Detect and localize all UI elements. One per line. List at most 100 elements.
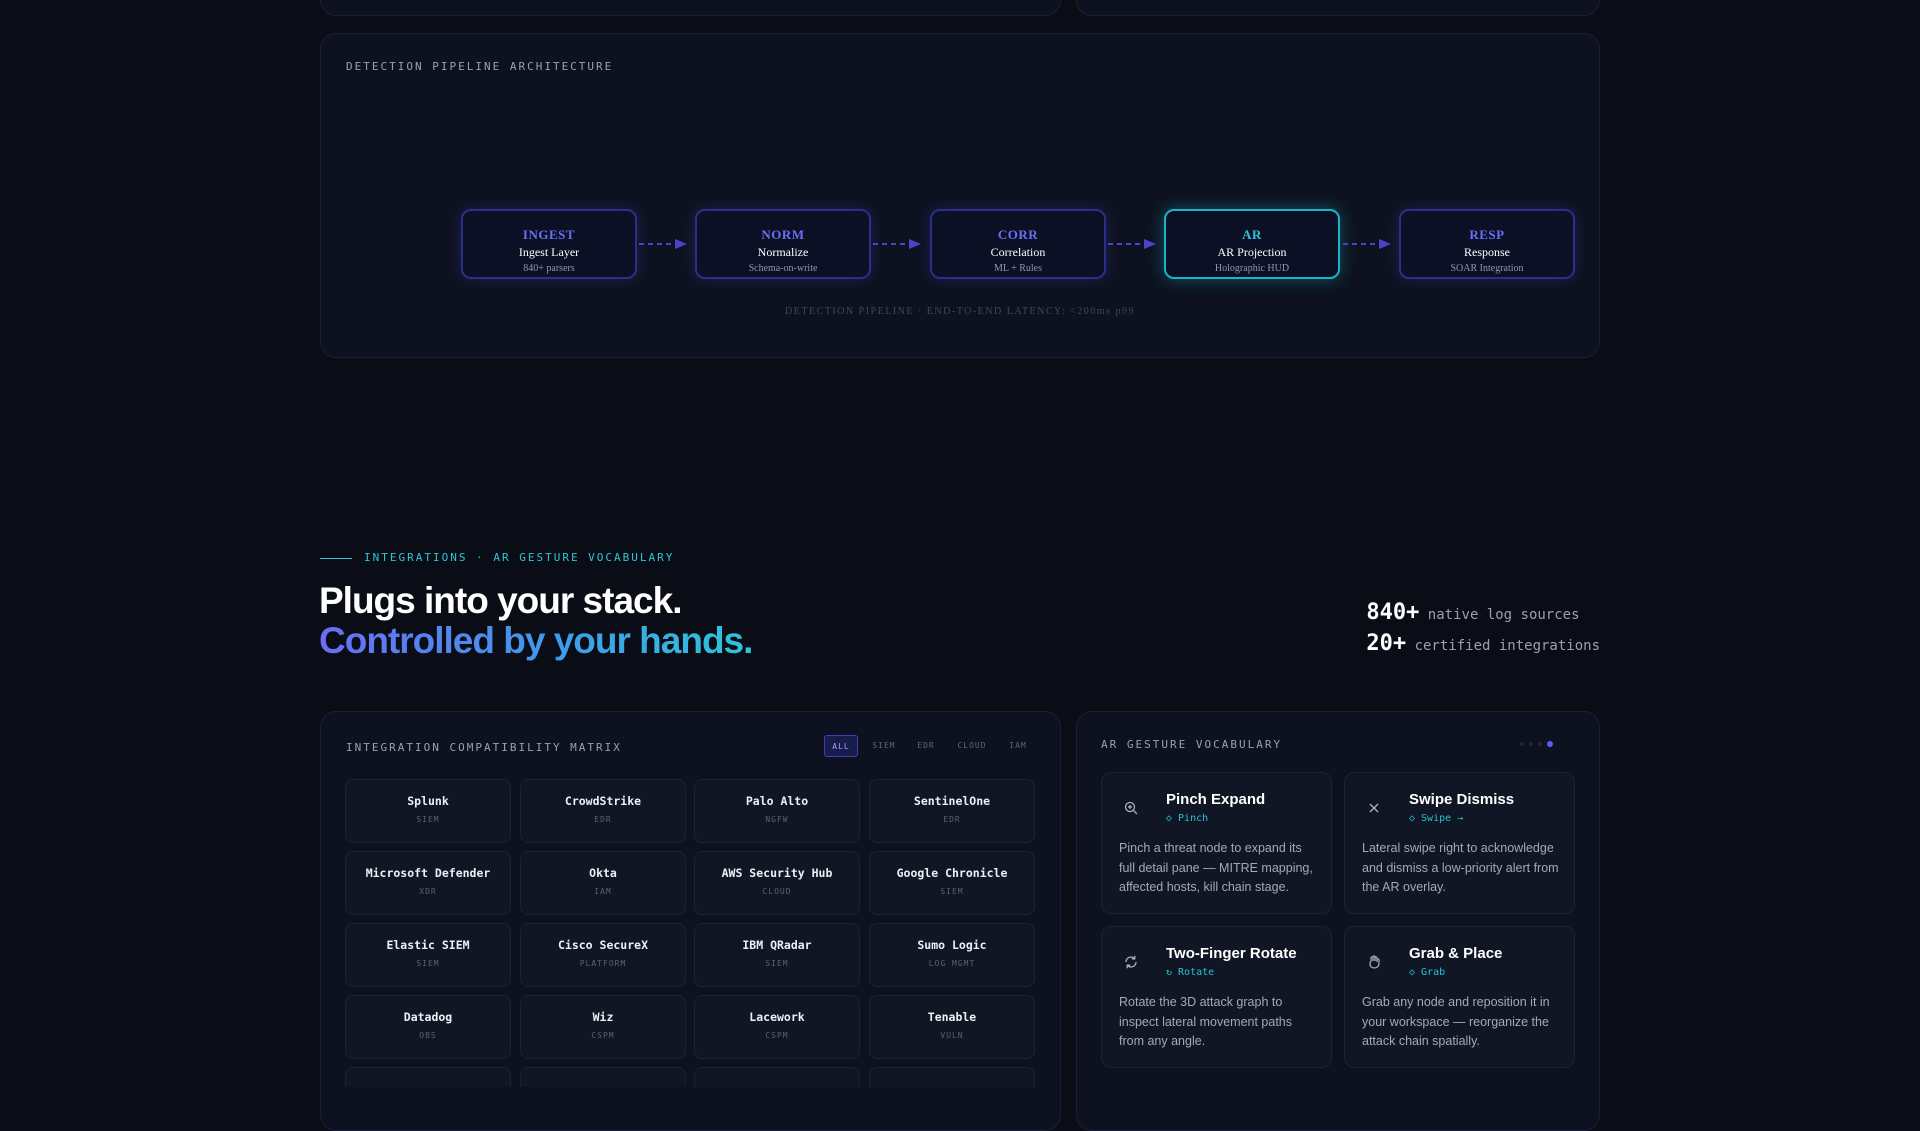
pager-dot[interactable] — [1538, 742, 1542, 746]
node-code: RESP — [1469, 227, 1505, 242]
pipeline-node-ar[interactable]: AR AR Projection Holographic HUD — [1164, 209, 1340, 279]
integration-tile[interactable]: Elastic SIEM SIEM — [345, 923, 511, 987]
integration-tile[interactable]: Microsoft Defender XDR — [345, 851, 511, 915]
stat-label: native log sources — [1427, 607, 1580, 623]
tile-category: XDR — [419, 887, 437, 896]
gesture-card-rotate[interactable]: Two-Finger Rotate ↻ Rotate Rotate the 3D… — [1101, 926, 1332, 1068]
eyebrow-line — [320, 558, 352, 559]
gesture-tag: ◇ Pinch — [1166, 813, 1209, 824]
rotate-icon — [1116, 947, 1146, 977]
top-card-left — [320, 0, 1061, 16]
node-code: AR — [1242, 227, 1262, 242]
integration-tile[interactable]: Splunk SIEM — [345, 779, 511, 843]
close-icon — [1359, 793, 1389, 823]
pager-dot[interactable] — [1520, 742, 1524, 746]
tile-name: Tenable — [927, 1010, 977, 1024]
pipeline-arrow-icon — [639, 239, 687, 249]
tile-category: LOG MGMT — [928, 959, 976, 968]
filter-cloud[interactable]: CLOUD — [950, 735, 994, 757]
tile-category: VULN — [940, 1031, 964, 1040]
section-title: Plugs into your stack. — [319, 580, 682, 621]
tile-category: NGFW — [765, 815, 789, 824]
gesture-card-grab[interactable]: Grab & Place ◇ Grab Grab any node and re… — [1344, 926, 1575, 1068]
integration-tile[interactable]: CrowdStrike EDR — [520, 779, 686, 843]
pipeline-node-corr[interactable]: CORR Correlation ML + Rules — [930, 209, 1106, 279]
integration-tile[interactable]: IBM QRadar SIEM — [694, 923, 860, 987]
integration-tile[interactable]: Sumo Logic LOG MGMT — [869, 923, 1035, 987]
integration-tile[interactable]: Lacework CSPM — [694, 995, 860, 1059]
tile-category: IAM — [594, 887, 612, 896]
integration-tile-partial[interactable] — [869, 1067, 1035, 1087]
filter-edr[interactable]: EDR — [910, 735, 942, 757]
filter-siem[interactable]: SIEM — [866, 735, 902, 757]
gesture-tag: ◇ Grab — [1409, 967, 1446, 978]
tile-name: AWS Security Hub — [721, 866, 833, 880]
node-sub: 840+ parsers — [523, 263, 575, 274]
tile-name: IBM QRadar — [742, 938, 812, 952]
node-name: Ingest Layer — [518, 245, 580, 259]
integration-tile-partial[interactable] — [345, 1067, 511, 1087]
section-eyebrow: INTEGRATIONS · AR GESTURE VOCABULARY — [364, 551, 675, 564]
tile-name: CrowdStrike — [564, 794, 642, 808]
tile-name: Okta — [589, 866, 617, 880]
integration-tile[interactable]: AWS Security Hub CLOUD — [694, 851, 860, 915]
node-sub: Holographic HUD — [1214, 263, 1290, 274]
node-code: CORR — [997, 227, 1039, 242]
tile-category: SIEM — [416, 959, 440, 968]
tile-name: Google Chronicle — [896, 866, 1008, 880]
node-name: AR Projection — [1217, 245, 1287, 259]
pipeline-footer: DETECTION PIPELINE · END-TO-END LATENCY:… — [785, 306, 1135, 317]
gesture-title: Two-Finger Rotate — [1166, 945, 1297, 962]
node-name: Normalize — [757, 245, 809, 259]
hand-icon — [1359, 947, 1389, 977]
tile-name: Lacework — [749, 1010, 805, 1024]
tile-name: Datadog — [403, 1010, 453, 1024]
integration-tile[interactable]: Wiz CSPM — [520, 995, 686, 1059]
gesture-title: Swipe Dismiss — [1409, 791, 1515, 808]
tile-category: PLATFORM — [579, 959, 627, 968]
pipeline-arrow-icon — [1108, 239, 1156, 249]
filter-iam[interactable]: IAM — [1002, 735, 1034, 757]
integration-tile-partial[interactable] — [520, 1067, 686, 1087]
tile-category: CSPM — [765, 1031, 789, 1040]
integration-tile-partial[interactable] — [694, 1067, 860, 1087]
integration-tile[interactable]: Palo Alto NGFW — [694, 779, 860, 843]
filter-all[interactable]: ALL — [824, 735, 858, 757]
pipeline-node-resp[interactable]: RESP Response SOAR Integration — [1399, 209, 1575, 279]
gesture-card-swipe[interactable]: Swipe Dismiss ◇ Swipe → Lateral swipe ri… — [1344, 772, 1575, 914]
tile-name: Sumo Logic — [917, 938, 987, 952]
integration-tile[interactable]: Okta IAM — [520, 851, 686, 915]
integration-tile[interactable]: Google Chronicle SIEM — [869, 851, 1035, 915]
tile-category: SIEM — [765, 959, 789, 968]
node-sub: Schema-on-write — [748, 263, 818, 274]
section-title-gradient: Controlled by your hands. — [319, 620, 753, 661]
stat-row: 840+ native log sources 20+ certified in… — [1366, 600, 1600, 656]
pager-dot[interactable] — [1529, 742, 1533, 746]
pipeline-arrow-icon — [1343, 239, 1391, 249]
integration-tile[interactable]: SentinelOne EDR — [869, 779, 1035, 843]
stat-value: 20+ — [1366, 631, 1407, 656]
pipeline-heading: DETECTION PIPELINE ARCHITECTURE — [346, 60, 614, 73]
gesture-description: Rotate the 3D attack graph to inspect la… — [1119, 995, 1293, 1048]
integration-tile[interactable]: Tenable VULN — [869, 995, 1035, 1059]
tile-name: Cisco SecureX — [557, 938, 648, 952]
pipeline-node-ingest[interactable]: INGEST Ingest Layer 840+ parsers — [461, 209, 637, 279]
integration-tile[interactable]: Cisco SecureX PLATFORM — [520, 923, 686, 987]
integration-tile[interactable]: Datadog OBS — [345, 995, 511, 1059]
pager-dot-active[interactable] — [1547, 741, 1553, 747]
tile-name: Microsoft Defender — [365, 866, 491, 880]
zoom-in-icon — [1116, 793, 1146, 823]
tile-category: EDR — [943, 815, 961, 824]
tile-name: Elastic SIEM — [386, 938, 470, 952]
tile-name: Wiz — [592, 1010, 614, 1024]
tile-category: SIEM — [940, 887, 964, 896]
gesture-card-pinch[interactable]: Pinch Expand ◇ Pinch Pinch a threat node… — [1101, 772, 1332, 914]
pipeline-node-norm[interactable]: NORM Normalize Schema-on-write — [695, 209, 871, 279]
gesture-heading: AR GESTURE VOCABULARY — [1101, 738, 1283, 751]
tile-category: OBS — [419, 1031, 437, 1040]
tile-name: Splunk — [407, 794, 449, 808]
gesture-title: Grab & Place — [1409, 945, 1503, 962]
pipeline-arrow-icon — [873, 239, 921, 249]
gesture-title: Pinch Expand — [1166, 791, 1266, 808]
tile-category: CSPM — [591, 1031, 615, 1040]
